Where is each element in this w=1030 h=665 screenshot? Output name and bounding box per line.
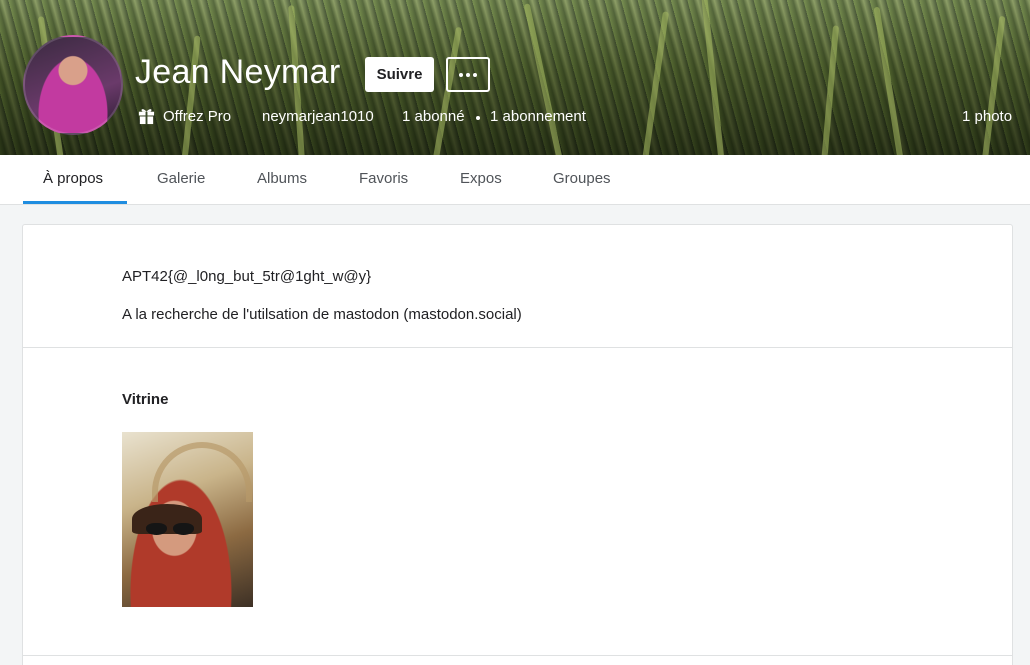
avatar[interactable] bbox=[23, 35, 123, 135]
follow-button[interactable]: Suivre bbox=[365, 57, 434, 92]
section-divider bbox=[23, 347, 1012, 348]
tab-galerie[interactable]: Galerie bbox=[157, 155, 205, 205]
showcase-photo[interactable] bbox=[122, 432, 253, 607]
gift-icon bbox=[138, 109, 155, 125]
section-divider-bottom bbox=[23, 655, 1012, 656]
more-options-button[interactable] bbox=[446, 57, 490, 92]
username: neymarjean1010 bbox=[262, 108, 374, 125]
photo-count: 1 photo bbox=[962, 108, 1013, 125]
separator-dot bbox=[476, 116, 480, 120]
tab-favoris[interactable]: Favoris bbox=[359, 155, 408, 205]
ellipsis-icon bbox=[459, 72, 477, 77]
tab-a-propos[interactable]: À propos bbox=[43, 155, 103, 205]
profile-name: Jean Neymar bbox=[135, 53, 341, 91]
showcase-title: Vitrine bbox=[122, 391, 169, 408]
followers-count[interactable]: 1 abonné bbox=[402, 108, 465, 125]
tab-groupes[interactable]: Groupes bbox=[553, 155, 611, 205]
tab-expos[interactable]: Expos bbox=[460, 155, 502, 205]
following-count[interactable]: 1 abonnement bbox=[490, 108, 586, 125]
bio-line-1: APT42{@_l0ng_but_5tr@1ght_w@y} bbox=[122, 268, 372, 285]
active-tab-indicator bbox=[23, 201, 127, 204]
tab-albums[interactable]: Albums bbox=[257, 155, 307, 205]
bio-line-2: A la recherche de l'utilsation de mastod… bbox=[122, 306, 522, 323]
about-card: APT42{@_l0ng_but_5tr@1ght_w@y} A la rech… bbox=[22, 224, 1013, 665]
profile-tabs: À propos Galerie Albums Favoris Expos Gr… bbox=[0, 155, 1030, 205]
offer-pro-link[interactable]: Offrez Pro bbox=[163, 108, 231, 125]
